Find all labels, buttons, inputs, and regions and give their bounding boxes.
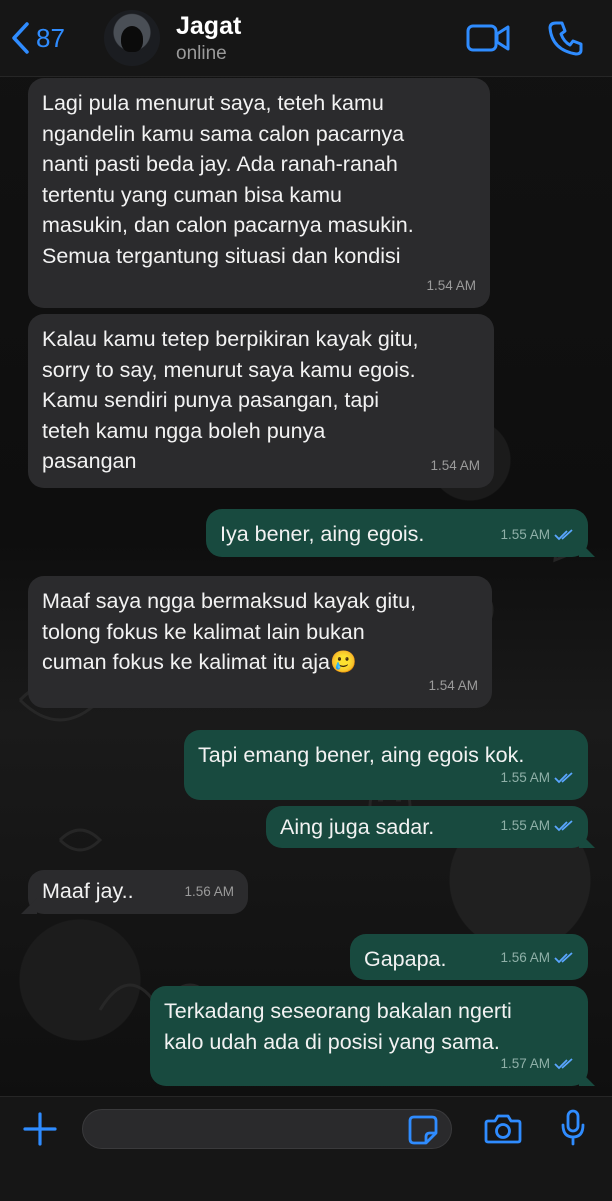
message-time: 1.54 AM (428, 677, 478, 693)
message-bubble-outgoing[interactable]: Terkadang seseorang bakalan ngerti kalo … (150, 986, 588, 1086)
message-time: 1.57 AM (500, 1055, 550, 1071)
phone-icon[interactable] (548, 20, 584, 56)
message-bubble-outgoing[interactable]: Tapi emang bener, aing egois kok. 1.55 A… (184, 730, 588, 800)
read-ticks-icon (554, 820, 573, 832)
read-ticks-icon (554, 952, 573, 964)
back-button[interactable]: 87 (10, 20, 65, 56)
microphone-icon[interactable] (560, 1109, 586, 1147)
message-text: Maaf saya ngga bermaksud kayak gitu, tol… (42, 589, 417, 674)
message-time: 1.56 AM (184, 883, 234, 899)
sticker-icon[interactable] (408, 1115, 438, 1145)
message-text: Lagi pula menurut saya, teteh kamu ngand… (42, 91, 414, 268)
message-time: 1.56 AM (500, 949, 550, 965)
message-bubble-incoming[interactable]: Lagi pula menurut saya, teteh kamu ngand… (28, 78, 490, 308)
message-bubble-incoming[interactable]: Kalau kamu tetep berpikiran kayak gitu, … (28, 314, 494, 488)
message-bubble-incoming[interactable]: Maaf saya ngga bermaksud kayak gitu, tol… (28, 576, 492, 708)
video-camera-icon[interactable] (466, 20, 510, 56)
contact-name[interactable]: Jagat (176, 12, 241, 41)
chevron-left-icon (12, 22, 29, 54)
message-time: 1.55 AM (500, 769, 550, 785)
message-time: 1.55 AM (500, 526, 550, 542)
read-ticks-icon (554, 1058, 573, 1070)
camera-icon[interactable] (484, 1113, 522, 1145)
message-text: Kalau kamu tetep berpikiran kayak gitu, … (42, 327, 419, 473)
message-bubble-outgoing[interactable]: Gapapa. 1.56 AM (350, 934, 588, 980)
message-time: 1.55 AM (500, 817, 550, 833)
unread-count: 87 (36, 22, 65, 53)
read-ticks-icon (554, 772, 573, 784)
composer-bar (0, 1096, 612, 1201)
message-bubble-incoming[interactable]: Maaf jay.. 1.56 AM (28, 870, 248, 914)
read-ticks-icon (554, 529, 573, 541)
contact-status: online (176, 43, 227, 64)
chat-header: 87 Jagat online (0, 0, 612, 77)
contact-avatar[interactable] (104, 10, 160, 66)
message-list[interactable]: Lagi pula menurut saya, teteh kamu ngand… (0, 76, 612, 1096)
message-input[interactable] (82, 1109, 452, 1149)
message-bubble-outgoing[interactable]: Iya bener, aing egois. 1.55 AM (206, 509, 588, 557)
message-bubble-outgoing[interactable]: Aing juga sadar. 1.55 AM (266, 806, 588, 848)
message-time: 1.54 AM (426, 277, 476, 293)
message-time: 1.54 AM (430, 457, 480, 473)
plus-icon[interactable] (22, 1111, 58, 1147)
